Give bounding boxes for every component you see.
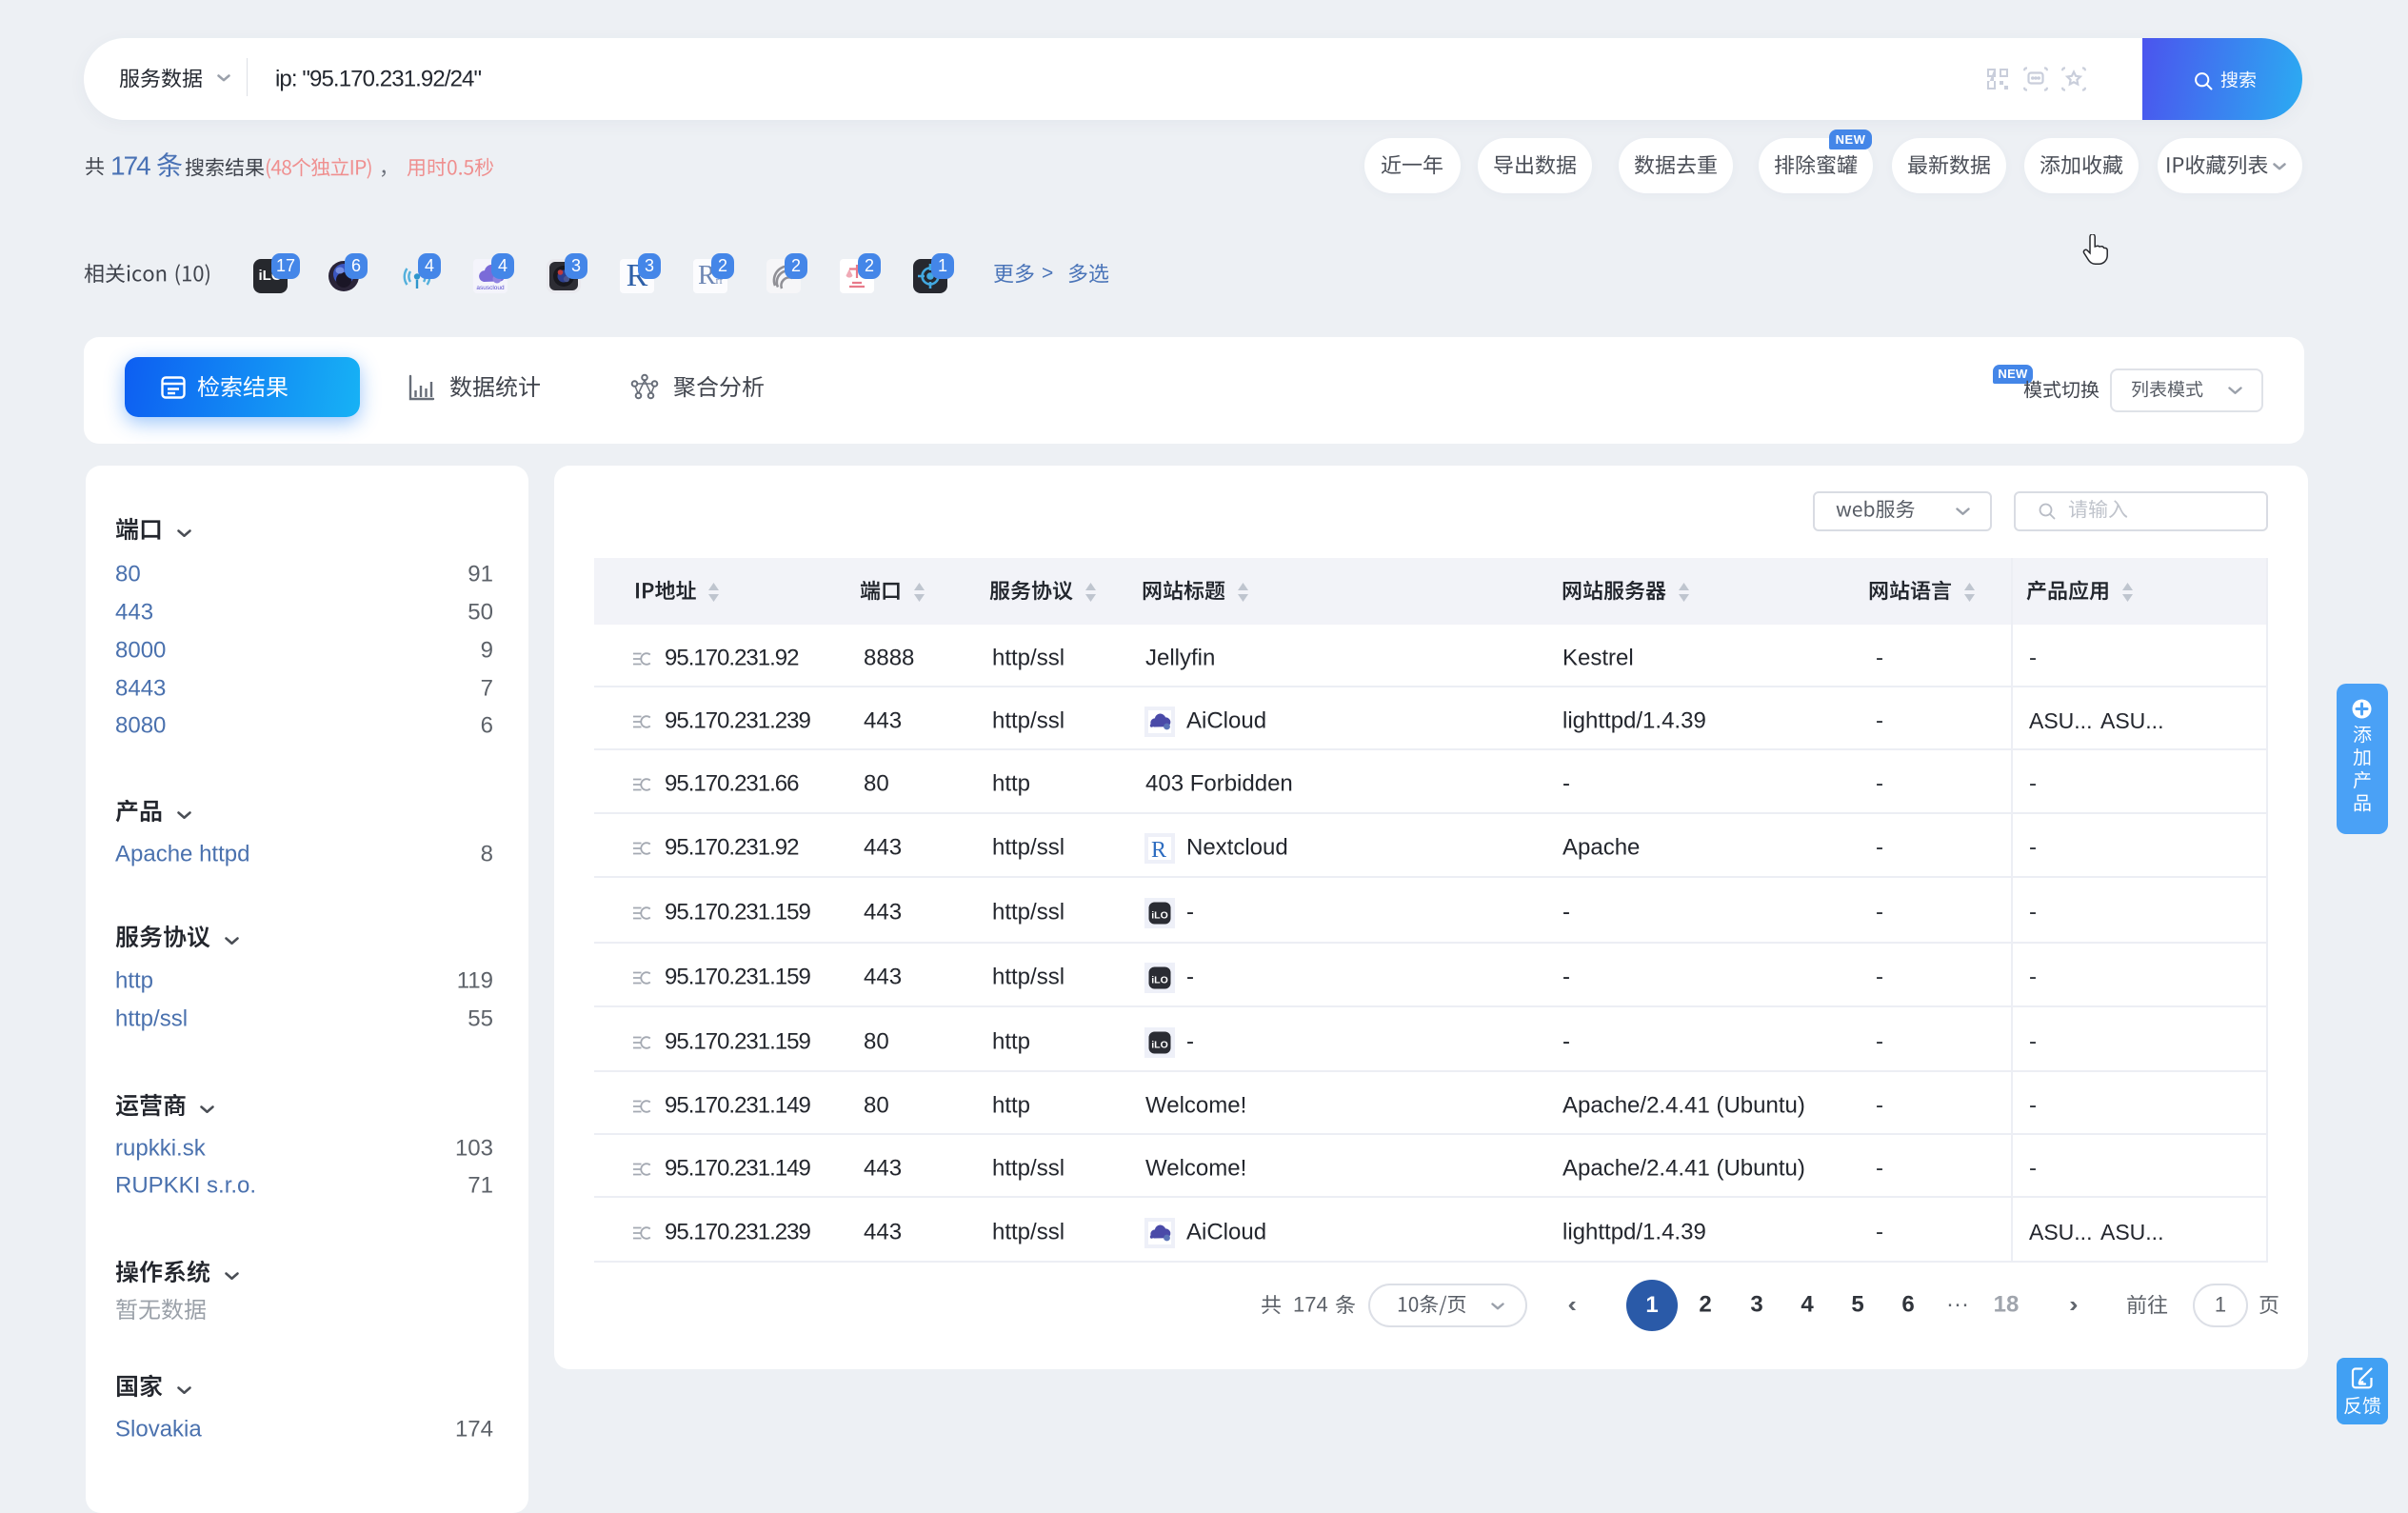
- svg-text:R: R: [1151, 838, 1166, 863]
- svg-text:iLO: iLO: [1151, 975, 1168, 986]
- svg-text:asuscloud: asuscloud: [476, 285, 505, 291]
- svg-text:iLO: iLO: [1151, 1040, 1168, 1051]
- svg-text:iLO: iLO: [1151, 910, 1168, 922]
